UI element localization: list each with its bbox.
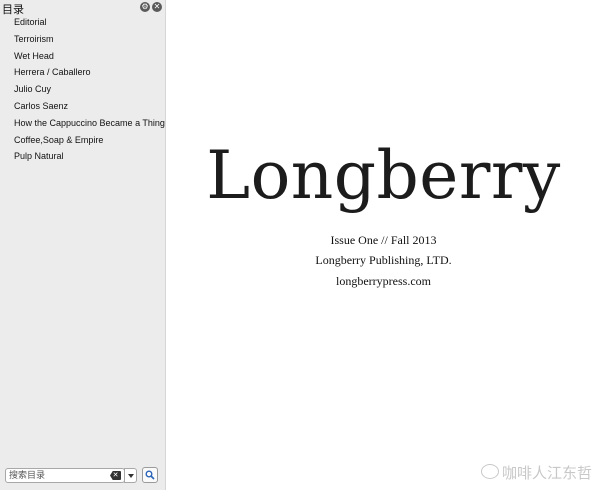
toc-item-coffee-soap-empire[interactable]: Coffee,Soap & Empire — [0, 132, 166, 149]
search-button[interactable] — [142, 467, 158, 483]
toc-item-cappuccino[interactable]: How the Cappuccino Became a Thing — [0, 115, 166, 132]
watermark: 咖啡人江东哲 — [480, 462, 592, 483]
settings-icon[interactable]: ⚙ — [140, 2, 150, 12]
publisher-line: Longberry Publishing, LTD. — [315, 253, 452, 267]
toc-item-carlos-saenz[interactable]: Carlos Saenz — [0, 98, 166, 115]
search-icon — [145, 470, 155, 480]
toc-search-box: ✕ — [5, 468, 125, 483]
toc-item-editorial[interactable]: Editorial — [0, 14, 166, 31]
toc-item-terroirism[interactable]: Terroirism — [0, 31, 166, 48]
clear-search-icon[interactable]: ✕ — [110, 471, 121, 480]
close-icon[interactable]: ✕ — [152, 2, 162, 12]
watermark-text: 咖啡人江东哲 — [501, 464, 592, 482]
search-options-dropdown[interactable] — [124, 468, 137, 483]
toc-item-julio-cuy[interactable]: Julio Cuy — [0, 81, 166, 98]
toc-list: Editorial Terroirism Wet Head Herrera / … — [0, 14, 166, 165]
website-line: longberrypress.com — [336, 274, 431, 288]
toc-item-pulp-natural[interactable]: Pulp Natural — [0, 148, 166, 165]
issue-line: Issue One // Fall 2013 — [330, 233, 437, 247]
weibo-logo-icon — [480, 464, 499, 479]
document-page: Longberry Issue One // Fall 2013 Longber… — [167, 0, 600, 490]
toc-item-wet-head[interactable]: Wet Head — [0, 48, 166, 65]
toc-search-input[interactable] — [8, 469, 109, 482]
chevron-down-icon — [128, 474, 134, 478]
toc-sidebar: 目录 ⚙ ✕ Editorial Terroirism Wet Head Her… — [0, 0, 166, 490]
cover-title: Longberry — [206, 137, 561, 214]
toc-item-herrera-caballero[interactable]: Herrera / Caballero — [0, 64, 166, 81]
